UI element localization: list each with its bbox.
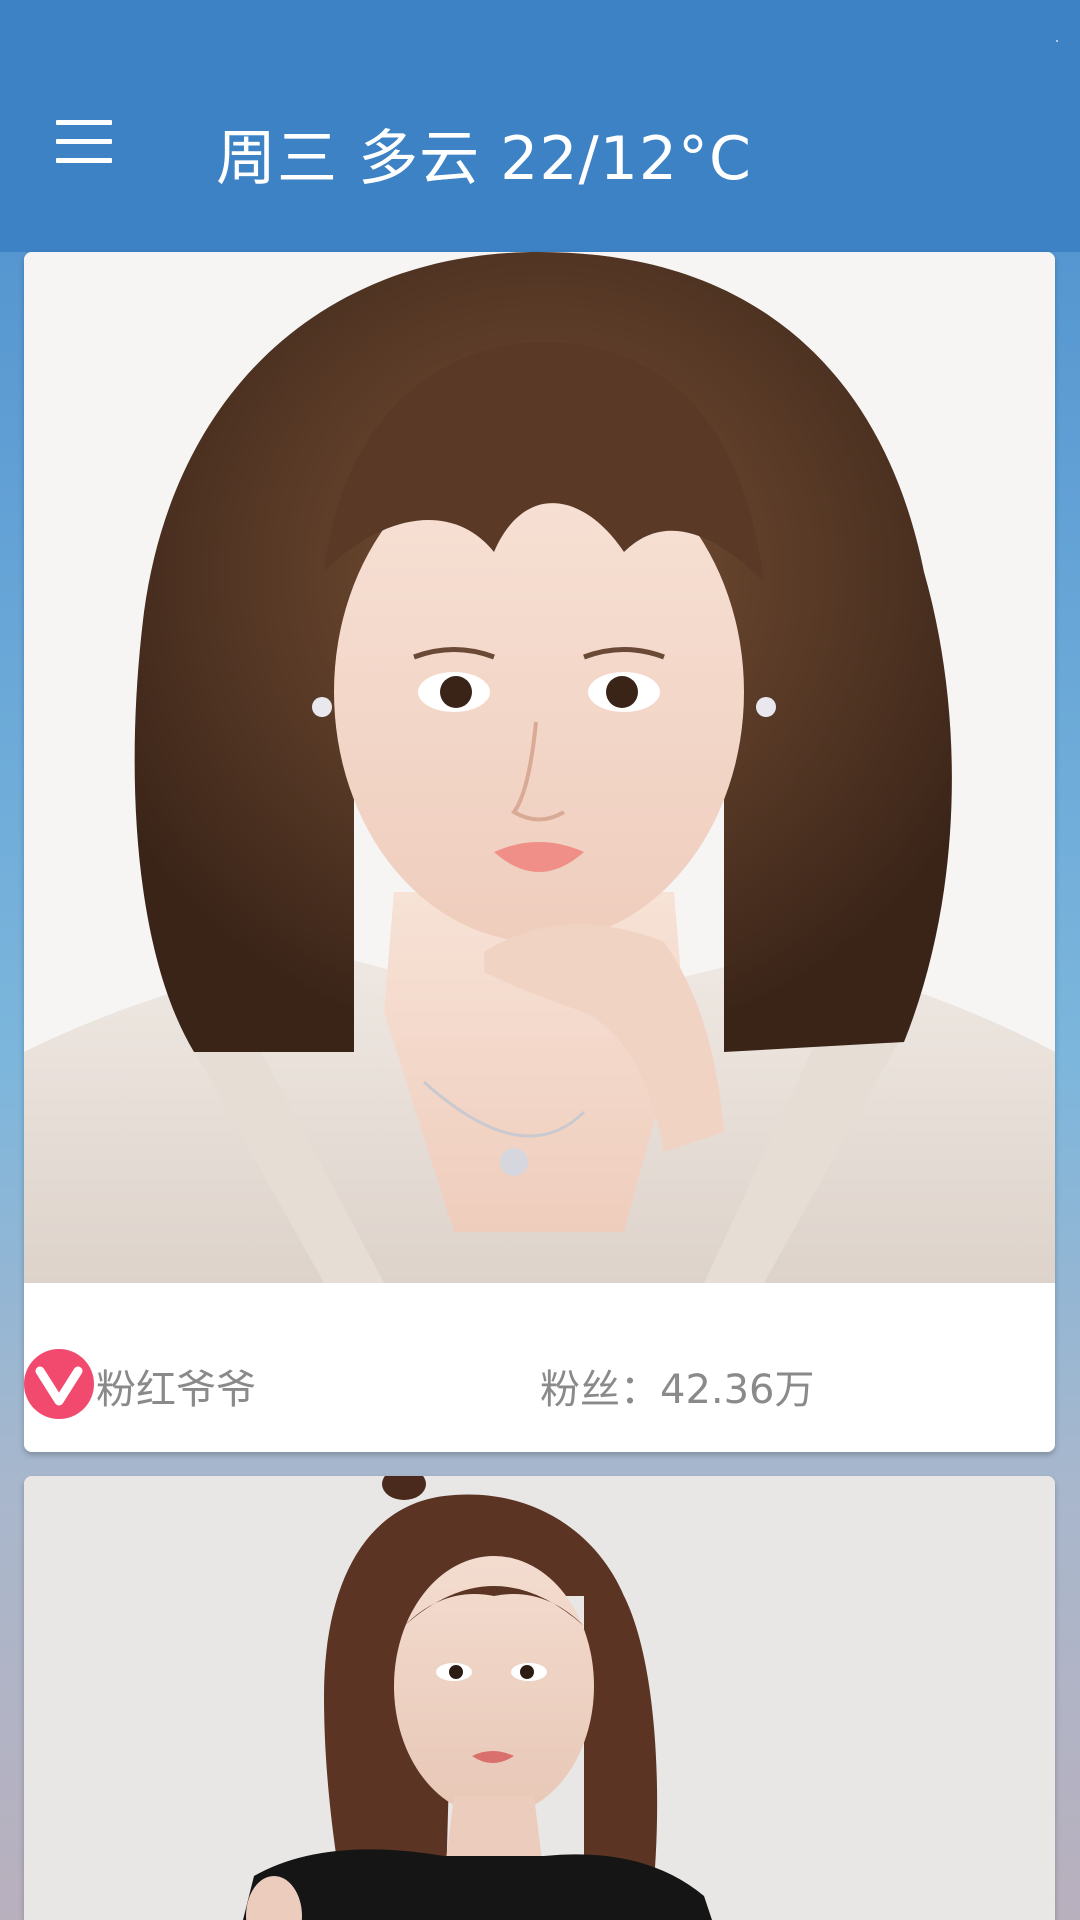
card-footer: 粉红爷爷 粉丝：42.36万 [24,1283,1055,1452]
fans-count: 粉丝：42.36万 [540,1367,815,1413]
app-bar: 周三 多云 22/12°C [0,68,1080,252]
portrait-illustration [24,252,1055,1283]
feed-card[interactable] [24,1476,1055,1920]
weather-title: 周三 多云 22/12°C [216,124,752,194]
v-verified-icon [24,1349,94,1419]
portrait-photo[interactable] [24,1476,1055,1920]
feed-card[interactable]: 粉红爷爷 粉丝：42.36万 [24,252,1055,1452]
portrait-photo[interactable] [24,252,1055,1283]
portrait-illustration [24,1476,1055,1920]
status-indicator [1056,40,1058,42]
status-bar [0,0,1080,68]
app-screen: 周三 多云 22/12°C 粉红爷爷 粉丝：42.36万 [0,0,1080,1920]
hamburger-menu-icon[interactable] [56,120,112,164]
author-name[interactable]: 粉红爷爷 [96,1357,256,1415]
